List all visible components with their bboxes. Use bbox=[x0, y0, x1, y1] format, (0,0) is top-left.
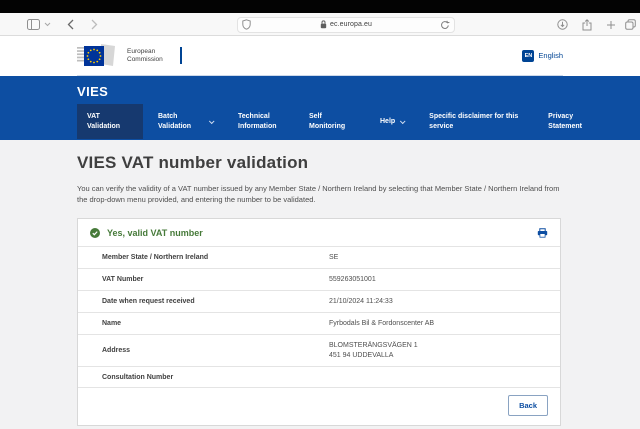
reload-icon[interactable] bbox=[440, 20, 450, 30]
back-icon[interactable] bbox=[67, 13, 74, 36]
table-row: VAT Number559263051001 bbox=[78, 268, 560, 290]
new-tab-icon[interactable] bbox=[606, 13, 616, 36]
site-nav: VAT Validation Batch Validation Technical … bbox=[77, 104, 640, 139]
nav-item-vat-validation[interactable]: VAT Validation bbox=[77, 104, 143, 139]
nav-item-label: Technical Information bbox=[238, 112, 284, 131]
result-table: Member State / Northern IrelandSEVAT Num… bbox=[78, 246, 560, 387]
nav-item-self-monitoring[interactable]: Self Monitoring bbox=[299, 104, 365, 139]
table-row: Consultation Number bbox=[78, 366, 560, 387]
nav-item-label: Privacy Statement bbox=[548, 112, 594, 131]
row-label: Address bbox=[102, 347, 329, 354]
address-bar[interactable]: ec.europa.eu bbox=[237, 17, 455, 33]
result-card: Yes, valid VAT number Member State / Nor… bbox=[77, 218, 561, 426]
back-button[interactable]: Back bbox=[508, 395, 548, 416]
sidebar-chevron-icon[interactable] bbox=[44, 13, 51, 36]
row-label: VAT Number bbox=[102, 276, 329, 283]
nav-item-privacy-statement[interactable]: Privacy Statement bbox=[538, 104, 604, 139]
nav-item-label: Help bbox=[380, 117, 395, 127]
nav-item-specific-disclaimer-for-this-service[interactable]: Specific disclaimer for this service bbox=[419, 104, 533, 139]
row-label: Consultation Number bbox=[102, 374, 329, 381]
sidebar-toggle-icon[interactable] bbox=[27, 13, 40, 36]
chevron-down-icon bbox=[209, 118, 215, 124]
table-row: Date when request received21/10/2024 11:… bbox=[78, 290, 560, 312]
row-value: BLOMSTERÄNGSVÄGEN 1 451 94 UDDEVALLA bbox=[329, 341, 418, 361]
forward-icon[interactable] bbox=[91, 13, 98, 36]
site-band: VIES VAT Validation Batch Validation Techn… bbox=[0, 76, 640, 140]
table-row: NameFyrbodals Bil & Fordonscenter AB bbox=[78, 312, 560, 334]
result-footer: Back bbox=[78, 387, 560, 425]
table-row: Member State / Northern IrelandSE bbox=[78, 246, 560, 268]
share-icon[interactable] bbox=[582, 13, 592, 36]
nav-item-batch-validation[interactable]: Batch Validation bbox=[148, 104, 223, 139]
address-url: ec.europa.eu bbox=[330, 21, 372, 28]
browser-toolbar: ec.europa.eu bbox=[0, 13, 640, 36]
tab-overview-icon[interactable] bbox=[625, 13, 636, 36]
browser-window: ec.europa.eu bbox=[0, 0, 640, 416]
lock-icon bbox=[320, 20, 327, 29]
downloads-icon[interactable] bbox=[557, 13, 568, 36]
window-top-bar bbox=[0, 0, 640, 13]
nav-item-label: Specific disclaimer for this service bbox=[429, 112, 523, 131]
intro-text: You can verify the validity of a VAT num… bbox=[77, 183, 563, 205]
row-label: Member State / Northern Ireland bbox=[102, 254, 329, 261]
page-title: VIES VAT number validation bbox=[77, 153, 640, 173]
ec-header: European Commission EN English bbox=[0, 36, 640, 76]
print-icon[interactable] bbox=[537, 228, 548, 238]
row-value: 21/10/2024 11:24:33 bbox=[329, 297, 393, 307]
row-label: Name bbox=[102, 320, 329, 327]
nav-item-technical-information[interactable]: Technical Information bbox=[228, 104, 294, 139]
ec-logo[interactable]: European Commission bbox=[77, 43, 182, 69]
row-label: Date when request received bbox=[102, 298, 329, 305]
ec-logo-text: European Commission bbox=[127, 48, 163, 64]
privacy-shield-icon[interactable] bbox=[242, 19, 251, 30]
language-label: English bbox=[538, 51, 563, 60]
row-value: 559263051001 bbox=[329, 275, 376, 285]
language-selector[interactable]: EN English bbox=[522, 50, 563, 62]
main-content: VIES VAT number validation You can verif… bbox=[0, 153, 640, 429]
result-header: Yes, valid VAT number bbox=[78, 219, 560, 246]
language-badge: EN bbox=[522, 50, 534, 62]
nav-item-help[interactable]: Help bbox=[370, 104, 414, 139]
row-value: Fyrbodals Bil & Fordonscenter AB bbox=[329, 319, 434, 329]
eu-flag-icon bbox=[77, 43, 119, 69]
chevron-down-icon bbox=[400, 118, 406, 124]
nav-item-label: VAT Validation bbox=[87, 112, 133, 131]
nav-item-label: Batch Validation bbox=[158, 112, 204, 131]
ec-logo-divider bbox=[180, 47, 182, 64]
site-title: VIES bbox=[77, 76, 640, 99]
table-row: AddressBLOMSTERÄNGSVÄGEN 1 451 94 UDDEVA… bbox=[78, 334, 560, 366]
nav-item-label: Self Monitoring bbox=[309, 112, 355, 131]
status-text: Yes, valid VAT number bbox=[107, 228, 203, 238]
row-value: SE bbox=[329, 253, 338, 263]
valid-check-icon bbox=[90, 228, 100, 238]
